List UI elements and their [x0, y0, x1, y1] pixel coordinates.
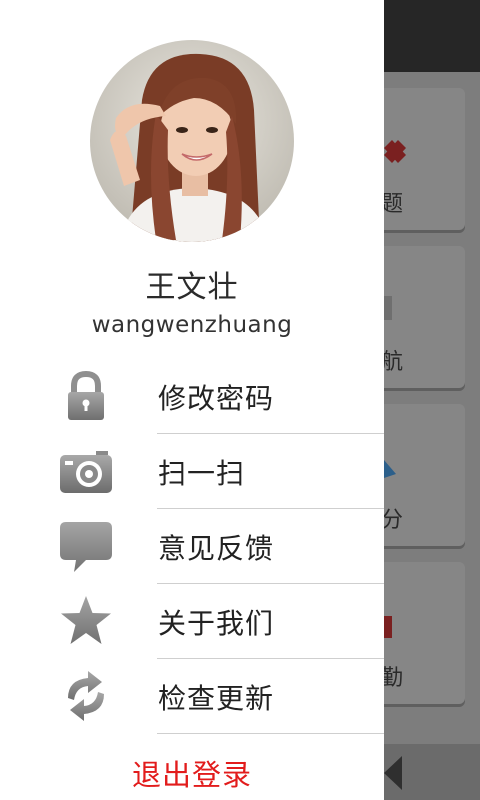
card-icon [384, 616, 392, 638]
logout-button[interactable]: 退出登录 [0, 740, 384, 800]
card-icon [384, 296, 392, 320]
back-arrow-icon[interactable] [382, 754, 404, 792]
avatar[interactable] [90, 40, 294, 242]
camera-icon [60, 451, 112, 493]
chat-bubble-icon [60, 522, 112, 572]
refresh-icon [68, 671, 104, 721]
background-card-label: 题 [380, 192, 403, 217]
user-id: wangwenzhuang [91, 312, 293, 338]
background-card-label: 分 [380, 508, 403, 533]
card-icon [384, 140, 406, 163]
menu-item-feedback[interactable]: 意见反馈 [0, 509, 384, 584]
star-icon [61, 596, 111, 644]
menu-item-change-password[interactable]: 修改密码 [0, 359, 384, 434]
lock-icon [68, 370, 104, 420]
avatar-photo [90, 40, 294, 242]
background-card-label: 航 [380, 350, 403, 375]
menu-item-label: 检查更新 [158, 682, 275, 715]
user-name: 王文壮 [145, 270, 239, 305]
menu-item-label: 修改密码 [158, 382, 275, 415]
navigation-drawer: 王文壮 wangwenzhuang 修改密码 扫一扫 意见反馈 关于我们 检查更… [0, 0, 384, 800]
menu-divider [157, 733, 384, 734]
menu-item-label: 意见反馈 [158, 532, 275, 565]
card-icon [384, 460, 396, 478]
menu-item-label: 关于我们 [158, 607, 275, 640]
menu-item-label: 扫一扫 [158, 457, 246, 490]
menu-item-scan[interactable]: 扫一扫 [0, 434, 384, 509]
menu-item-check-update[interactable]: 检查更新 [0, 659, 384, 734]
screen: 题 航 分 勤 王文壮 wangwenzhuang 修改密码 扫一扫 意见反馈 … [0, 0, 480, 800]
menu-item-about-us[interactable]: 关于我们 [0, 584, 384, 659]
background-card-label: 勤 [380, 666, 403, 691]
